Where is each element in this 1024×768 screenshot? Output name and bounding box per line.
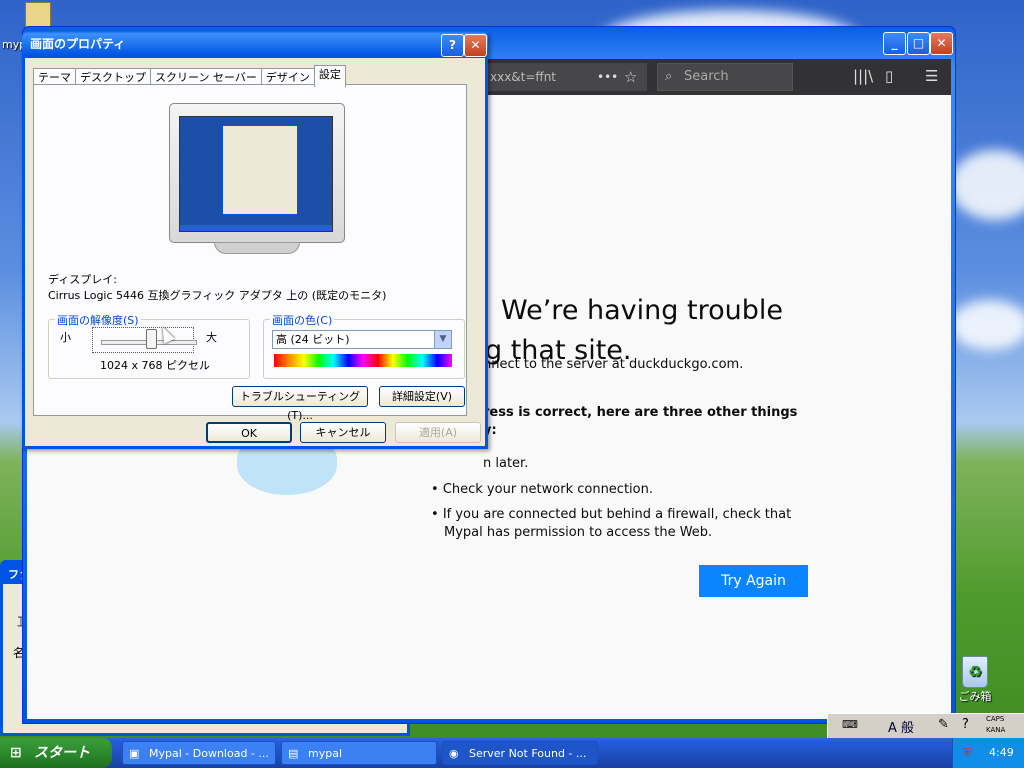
keyboard-icon[interactable]: ⌨	[842, 718, 858, 731]
ime-pad-icon[interactable]: ✎	[938, 717, 949, 732]
dialog-titlebar[interactable]: 画面のプロパティ ? ✕	[22, 31, 488, 58]
task-mypal-download[interactable]: ▣ Mypal - Download - ...	[122, 741, 276, 765]
task-server-not-found[interactable]: ◉ Server Not Found - ...	[442, 741, 598, 765]
ok-button[interactable]: OK	[206, 422, 292, 443]
display-properties-dialog[interactable]: 画面のプロパティ ? ✕ テーマ デスクトップ スクリーン セーバー デザイン …	[22, 31, 488, 449]
clock[interactable]: 4:49	[989, 738, 1014, 768]
color-quality-value: 高 (24 ビット)	[276, 333, 350, 346]
dialog-close-button[interactable]: ✕	[464, 34, 487, 57]
monitor-preview	[169, 103, 345, 243]
advanced-button[interactable]: 詳細設定(V)	[379, 386, 465, 407]
window-icon: ▣	[129, 747, 140, 760]
search-icon: ⌕	[665, 69, 673, 84]
folder-icon: ▤	[288, 747, 299, 760]
windows-logo-icon: ⊞	[10, 745, 22, 761]
help-icon[interactable]: ?	[962, 717, 969, 732]
caps-indicator: CAPS	[986, 715, 1005, 723]
system-tray: ⛨ 4:49	[952, 738, 1024, 768]
url-text: xxx&t=ffnt	[490, 70, 556, 84]
search-input[interactable]: ⌕ Search	[657, 63, 793, 91]
color-group: 画面の色(C)	[263, 312, 465, 379]
color-quality-select[interactable]: 高 (24 ビット) ▼	[272, 330, 452, 349]
recycle-bin-label: ごみ箱	[958, 690, 992, 703]
language-bar[interactable]: ⌨ A 般 ✎ ? CAPS KANA	[827, 713, 1024, 740]
input-mode[interactable]: A 般	[888, 717, 914, 736]
display-value: Cirrus Logic 5446 互換グラフィック アダプタ 上の (既定のモ…	[48, 289, 387, 302]
bookmark-star-icon[interactable]: ☆	[624, 63, 637, 91]
color-group-label: 画面の色(C)	[270, 312, 335, 328]
settings-panel: ディスプレイ: Cirrus Logic 5446 互換グラフィック アダプタ …	[33, 84, 467, 422]
bullet-firewall: • If you are connected but behind a fire…	[431, 507, 792, 522]
tab-strip: テーマ デスクトップ スクリーン セーバー デザイン 設定	[33, 65, 346, 87]
apply-button[interactable]: 適用(A)	[395, 422, 481, 443]
task-label: Server Not Found - ...	[469, 747, 587, 760]
browser-icon: ◉	[449, 747, 459, 760]
minimize-button[interactable]: _	[883, 32, 906, 55]
display-label: ディスプレイ:	[48, 273, 117, 286]
task-label: Mypal - Download - ...	[149, 747, 269, 760]
start-button[interactable]: ⊞ スタート	[0, 738, 112, 768]
troubleshoot-button[interactable]: トラブルシューティング(T)...	[232, 386, 368, 422]
sky-cloud	[950, 300, 1024, 350]
preview-window	[222, 125, 298, 215]
library-icon[interactable]: |||\	[853, 67, 873, 85]
url-bar[interactable]: xxx&t=ffnt ••• ☆	[482, 63, 647, 91]
color-spectrum	[274, 354, 452, 367]
resolution-large-label: 大	[206, 331, 217, 344]
error-hint: ress is correct, here are three other th…	[483, 405, 798, 420]
search-placeholder: Search	[684, 69, 729, 84]
dialog-body: テーマ デスクトップ スクリーン セーバー デザイン 設定 ディスプレイ: Ci…	[25, 58, 485, 446]
bullet-try-later: n later.	[483, 456, 529, 471]
bullet-check-network: • Check your network connection.	[431, 482, 653, 497]
task-mypal-folder[interactable]: ▤ mypal	[281, 741, 437, 765]
error-title-line1: We’re having trouble	[501, 295, 783, 326]
help-button[interactable]: ?	[441, 34, 464, 57]
dialog-title: 画面のプロパティ	[30, 37, 126, 51]
resolution-group-label: 画面の解像度(S)	[55, 312, 141, 328]
error-message: nnect to the server at duckduckgo.com.	[483, 357, 744, 372]
menu-icon[interactable]: ☰	[925, 67, 938, 85]
resolution-small-label: 小	[60, 331, 71, 344]
start-label: スタート	[34, 745, 90, 761]
slider-thumb[interactable]	[146, 329, 157, 349]
resolution-value: 1024 x 768 ピクセル	[100, 359, 210, 372]
monitor-stand	[214, 242, 300, 254]
task-label: mypal	[308, 747, 343, 760]
security-shield-icon[interactable]: ⛨	[963, 738, 971, 768]
bullet-firewall-cont: Mypal has permission to access the Web.	[444, 525, 713, 540]
chevron-down-icon[interactable]: ▼	[434, 331, 451, 348]
taskbar: ⊞ スタート ▣ Mypal - Download - ... ▤ mypal …	[0, 738, 1024, 768]
sidebar-icon[interactable]: ▯	[885, 67, 893, 85]
kana-indicator: KANA	[986, 726, 1006, 734]
tab-settings[interactable]: 設定	[313, 65, 346, 87]
recycle-bin-icon: ♻	[962, 656, 988, 688]
monitor-screen	[179, 116, 333, 232]
recycle-bin[interactable]: ♻ ごみ箱	[952, 656, 998, 704]
cancel-button[interactable]: キャンセル	[300, 422, 386, 443]
try-again-button[interactable]: Try Again	[699, 565, 808, 597]
sky-cloud	[950, 150, 1024, 220]
close-button[interactable]: ✕	[930, 32, 953, 55]
maximize-button[interactable]: □	[907, 32, 930, 55]
page-actions-icon[interactable]: •••	[597, 63, 618, 91]
preview-taskbar	[180, 225, 332, 231]
